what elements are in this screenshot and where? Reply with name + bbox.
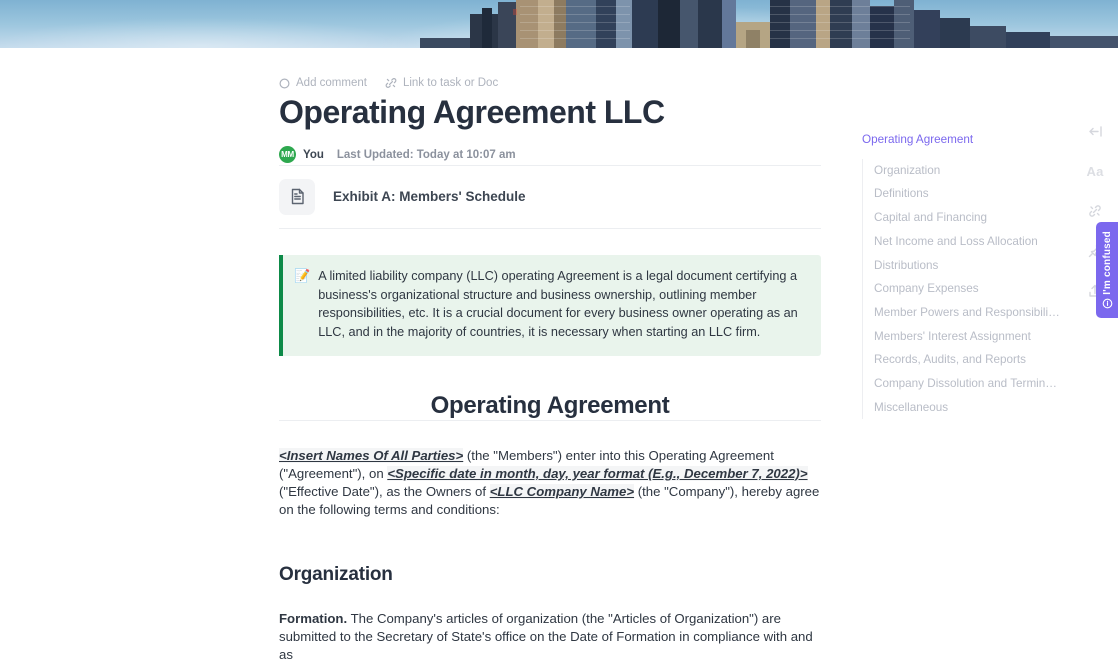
header-banner-image <box>0 0 1118 48</box>
byline: MM You Last Updated: Today at 10:07 am <box>279 145 821 165</box>
add-comment-button[interactable]: Add comment <box>279 77 367 89</box>
clause-label: Formation. <box>279 611 348 627</box>
table-of-contents: Operating Agreement Organization Definit… <box>862 48 1062 420</box>
document-icon <box>279 178 315 215</box>
font-size-icon[interactable]: Aa <box>1082 160 1108 182</box>
toc-item-member-powers-and-responsibilities[interactable]: Member Powers and Responsibiliti… <box>874 301 1062 325</box>
link-diagonal-icon[interactable] <box>1082 200 1108 222</box>
toc-item-miscellaneous[interactable]: Miscellaneous <box>874 396 1062 420</box>
banner-skyline <box>420 0 1118 48</box>
feedback-tab[interactable]: I'm confused <box>1096 222 1118 318</box>
toc-item-company-dissolution-and-termination[interactable]: Company Dissolution and Termina… <box>874 372 1062 396</box>
subdoc-name: Exhibit A: Members' Schedule <box>333 189 526 205</box>
add-comment-label: Add comment <box>296 77 367 89</box>
link-to-task-label: Link to task or Doc <box>402 77 499 89</box>
document-body: Add comment Link to task or Doc Operatin… <box>279 48 821 664</box>
toc-item-members-interest-assignment[interactable]: Members' Interest Assignment <box>874 325 1062 349</box>
divider-heading <box>279 419 821 421</box>
avatar[interactable]: MM <box>279 146 296 164</box>
link-to-task-button[interactable]: Link to task or Doc <box>385 77 498 89</box>
placeholder-effective-date[interactable]: <Specific date in month, day, year forma… <box>387 466 808 482</box>
doc-meta-actions: Add comment Link to task or Doc <box>279 48 821 89</box>
clause-formation: Formation. The Company's articles of org… <box>279 610 821 664</box>
author-name: You <box>303 148 324 161</box>
intro-paragraph: <Insert Names Of All Parties> (the "Memb… <box>279 447 821 519</box>
placeholder-party-names[interactable]: <Insert Names Of All Parties> <box>279 447 464 463</box>
toc-root-operating-agreement[interactable]: Operating Agreement <box>862 134 1062 146</box>
toc-item-records-audits-and-reports[interactable]: Records, Audits, and Reports <box>874 348 1062 372</box>
divider-subdoc <box>279 227 821 229</box>
callout-text: A limited liability company (LLC) operat… <box>318 268 798 340</box>
section-heading-organization: Organization <box>279 564 393 586</box>
clause-text: The Company's articles of organization (… <box>279 611 813 663</box>
comment-circle-icon <box>279 77 290 89</box>
toc-item-organization[interactable]: Organization <box>874 159 1062 183</box>
document-heading: Operating Agreement <box>430 391 670 419</box>
info-circle-icon <box>1102 298 1113 309</box>
page-title: Operating Agreement LLC <box>279 94 665 130</box>
toc-children: Organization Definitions Capital and Fin… <box>862 158 1062 420</box>
placeholder-company-name[interactable]: <LLC Company Name> <box>489 484 635 500</box>
intro-text-2: ("Effective Date"), as the Owners of <box>279 484 490 500</box>
toc-item-distributions[interactable]: Distributions <box>874 254 1062 278</box>
last-updated: Last Updated: Today at 10:07 am <box>336 148 516 161</box>
feedback-tab-label: I'm confused <box>1101 230 1113 295</box>
toc-item-definitions[interactable]: Definitions <box>874 182 1062 206</box>
toc-item-company-expenses[interactable]: Company Expenses <box>874 277 1062 301</box>
toc-item-capital-and-financing[interactable]: Capital and Financing <box>874 206 1062 230</box>
memo-icon: 📝 <box>294 267 311 283</box>
subdoc-link-exhibit-a[interactable]: Exhibit A: Members' Schedule <box>279 166 821 228</box>
info-callout: 📝 A limited liability company (LLC) oper… <box>279 254 821 356</box>
link-diagonal-icon <box>385 77 397 89</box>
collapse-panel-icon[interactable] <box>1082 120 1108 142</box>
toc-item-net-income-and-loss-allocation[interactable]: Net Income and Loss Allocation <box>874 230 1062 254</box>
